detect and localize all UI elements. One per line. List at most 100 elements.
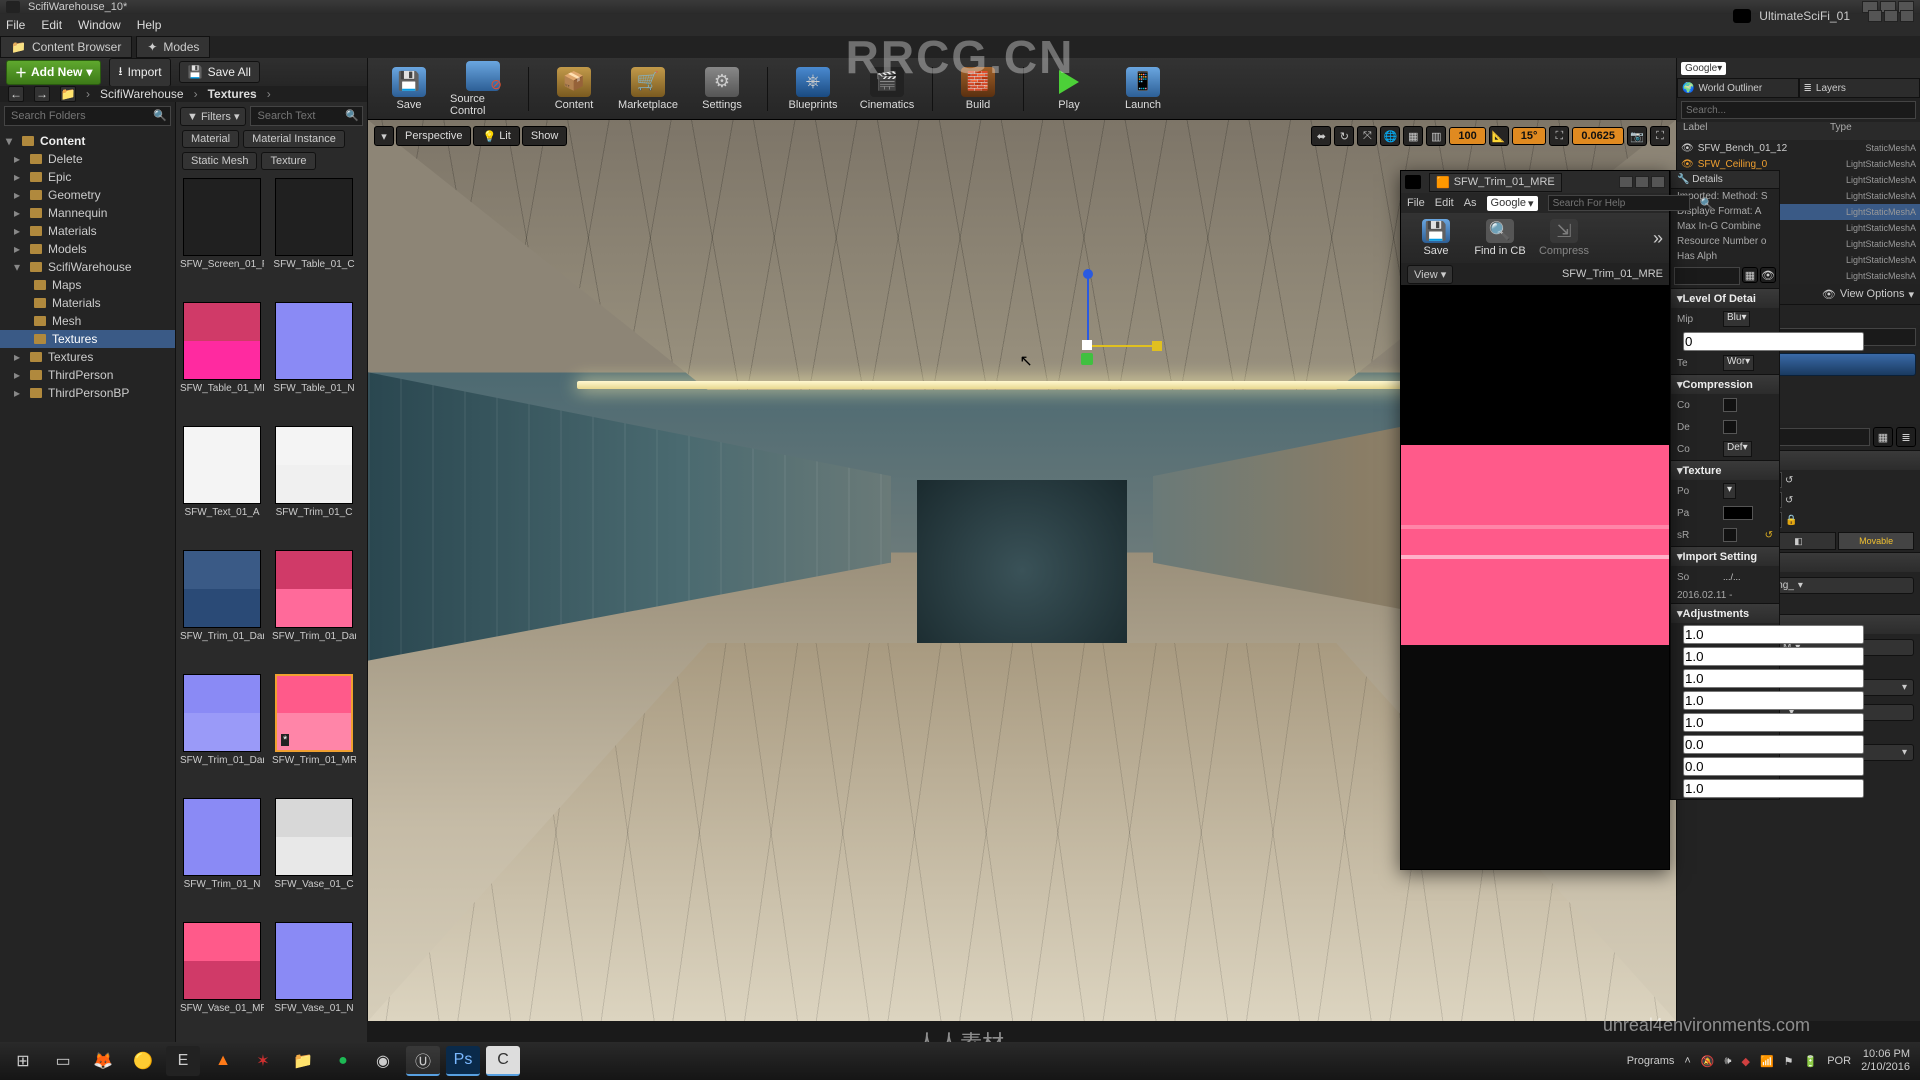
adj-input[interactable] — [1683, 647, 1864, 666]
filter-chip[interactable]: Material Instance — [243, 130, 345, 148]
adj-input[interactable] — [1683, 757, 1864, 776]
menu-edit[interactable]: Edit — [1435, 197, 1454, 209]
tree-item[interactable]: ▸ThirdPerson — [0, 366, 175, 384]
adj-input[interactable] — [1683, 735, 1864, 754]
asset-tile[interactable]: SFW_Vase_01_MRE — [182, 922, 262, 1040]
unreal-icon[interactable]: Ⓤ — [406, 1046, 440, 1076]
vp-grid-size[interactable]: 100 — [1449, 127, 1485, 145]
vp-angle-snap[interactable]: 15° — [1512, 127, 1547, 145]
tb-settings[interactable]: ⚙Settings — [689, 61, 755, 117]
tree-item[interactable]: ▸Materials — [0, 222, 175, 240]
srgb-checkbox[interactable] — [1723, 528, 1737, 542]
vp-maximize[interactable]: ⛶ — [1650, 126, 1670, 146]
tab-content-browser[interactable]: 📁 Content Browser — [0, 36, 132, 58]
asset-tile[interactable]: SFW_Table_01_N — [274, 302, 354, 420]
po-select[interactable]: ▾ — [1723, 483, 1736, 499]
vp-menu-button[interactable]: ▾ — [374, 126, 394, 146]
vp-angle-icon[interactable]: 📐 — [1489, 126, 1509, 146]
tree-item[interactable]: ▸Textures — [0, 348, 175, 366]
tree-item[interactable]: ▸ThirdPersonBP — [0, 384, 175, 402]
tree-item[interactable]: Materials — [0, 294, 175, 312]
asset-tile[interactable]: SFW_Trim_01_Dark_Panel_N — [182, 674, 262, 792]
eye-icon[interactable]: 👁 — [1760, 267, 1776, 283]
vp-surface[interactable]: ▦ — [1403, 126, 1423, 146]
asset-tile[interactable]: SFW_Trim_01_C — [274, 426, 354, 544]
comp-select[interactable]: Def▾ — [1723, 441, 1752, 457]
programs-label[interactable]: Programs — [1627, 1055, 1675, 1067]
tree-item[interactable]: ▸Epic — [0, 168, 175, 186]
tb-launch[interactable]: 📱Launch — [1110, 61, 1176, 117]
section-texture[interactable]: ▾ Texture — [1671, 460, 1779, 480]
photoshop-icon[interactable]: Ps — [446, 1046, 480, 1076]
adj-input[interactable] — [1683, 669, 1864, 688]
epic-icon[interactable]: E — [166, 1046, 200, 1076]
tb-cinematics[interactable]: 🎬Cinematics — [854, 61, 920, 117]
tab-world-outliner[interactable]: 🌍 World Outliner — [1677, 78, 1799, 98]
tray-icon[interactable]: ◆ — [1741, 1055, 1749, 1068]
tex-details-search[interactable] — [1674, 267, 1740, 285]
asset-tile[interactable]: SFW_Vase_01_C — [274, 798, 354, 916]
explorer-icon[interactable]: 📁 — [286, 1046, 320, 1076]
mip-select[interactable]: Blu▾ — [1723, 311, 1750, 327]
tb-marketplace[interactable]: 🛒Marketplace — [615, 61, 681, 117]
asset-tile[interactable]: SFW_Text_01_A — [182, 426, 262, 544]
vp-grid[interactable]: ▥ — [1426, 126, 1446, 146]
menu-help[interactable]: Help — [137, 18, 162, 32]
outliner-view-options[interactable]: 👁 View Options ▾ — [1822, 288, 1914, 301]
section-compression[interactable]: ▾ Compression — [1671, 374, 1779, 394]
comp-checkbox[interactable] — [1723, 398, 1737, 412]
nav-back-button[interactable]: ← — [8, 86, 24, 102]
texture-tab[interactable]: 🟧 SFW_Trim_01_MRE — [1429, 173, 1562, 192]
tray-icon[interactable]: 📶 — [1760, 1055, 1774, 1068]
spotify-icon[interactable]: ● — [326, 1046, 360, 1076]
tree-item[interactable]: ▸Geometry — [0, 186, 175, 204]
task-view-button[interactable]: ▭ — [46, 1046, 80, 1076]
tray-chevron-icon[interactable]: ˄ — [1684, 1055, 1690, 1067]
menu-window[interactable]: Window — [78, 18, 121, 32]
tray-icon[interactable]: ⚑ — [1784, 1055, 1794, 1068]
google-dropdown[interactable]: Google▾ — [1681, 62, 1726, 75]
nav-folder-button[interactable]: 📁 — [60, 86, 76, 102]
tex-view-button[interactable]: View ▾ — [1407, 265, 1453, 284]
adj-input[interactable] — [1683, 713, 1864, 732]
gizmo-origin[interactable] — [1082, 340, 1092, 350]
tray-icon[interactable]: 🕪 — [1725, 1055, 1732, 1068]
vp-camera-speed[interactable]: 📷 — [1627, 126, 1647, 146]
gizmo-x-axis[interactable] — [1087, 345, 1157, 347]
reset-icon[interactable]: ↺ — [1765, 530, 1773, 541]
tab-layers[interactable]: ≣ Layers — [1799, 78, 1920, 98]
tex-save[interactable]: 💾Save — [1407, 215, 1465, 261]
asset-tile[interactable]: SFW_Trim_01_MRE — [274, 674, 354, 792]
menu-file[interactable]: File — [6, 18, 25, 32]
texgroup-select[interactable]: Wor▾ — [1723, 355, 1754, 371]
outliner-row[interactable]: 👁SFW_Bench_01_12StaticMeshA — [1677, 140, 1920, 156]
tb-content[interactable]: 📦Content — [541, 61, 607, 117]
section-lod[interactable]: ▾ Level Of Detai — [1671, 288, 1779, 308]
lang-indicator[interactable]: POR — [1827, 1055, 1851, 1067]
add-new-button[interactable]: ＋ Add New ▾ — [6, 60, 101, 85]
vp-globe[interactable]: 🌐 — [1380, 126, 1400, 146]
google-dropdown[interactable]: Google▾ — [1487, 196, 1538, 211]
tab-modes[interactable]: ✦ Modes — [136, 36, 210, 58]
app-icon[interactable]: ✶ — [246, 1046, 280, 1076]
grid-view-icon[interactable]: ▦ — [1742, 267, 1758, 283]
filters-button[interactable]: ▼ Filters ▾ — [180, 107, 246, 126]
tex-find[interactable]: 🔍Find in CB — [1471, 215, 1529, 261]
adj-input[interactable] — [1683, 691, 1864, 710]
close-button[interactable] — [1651, 176, 1665, 188]
asset-tile[interactable]: SFW_Trim_01_Dark_Panel_C — [182, 550, 262, 668]
adj-input[interactable] — [1683, 625, 1864, 644]
tree-root[interactable]: ▾Content — [0, 132, 175, 150]
tb-build[interactable]: 🧱Build — [945, 61, 1011, 117]
app-icon-2[interactable]: C — [486, 1046, 520, 1076]
vp-snap-move[interactable]: ⬌ — [1311, 126, 1331, 146]
tb-source-control[interactable]: Source Control — [450, 61, 516, 117]
filter-chip[interactable]: Texture — [261, 152, 315, 170]
asset-tile[interactable]: SFW_Trim_01_Dark_Panel_MRE — [274, 550, 354, 668]
vp-lit[interactable]: 💡Lit — [473, 126, 519, 146]
reset-icon[interactable]: ↺ — [1785, 475, 1793, 486]
padding-color[interactable] — [1723, 506, 1753, 520]
maximize-button[interactable] — [1635, 176, 1649, 188]
menu-edit[interactable]: Edit — [41, 18, 62, 32]
breadcrumb-leaf[interactable]: Textures — [208, 87, 257, 101]
